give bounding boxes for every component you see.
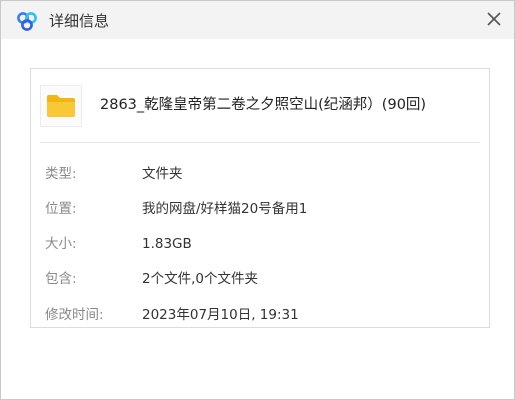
size-label: 大小: (45, 236, 77, 252)
divider (40, 142, 480, 143)
contains-label: 包含: (45, 271, 77, 287)
baidu-netdisk-logo-icon (15, 11, 39, 31)
title-bar[interactable]: 详细信息 (1, 1, 514, 39)
details-dialog: 详细信息 2863_乾隆皇帝第二卷之夕照空山(纪涵邦）(90回) 类型: 文件夹… (0, 0, 515, 400)
detail-row-modified: 修改时间: 2023年07月10日, 19:31 (31, 304, 489, 326)
size-value: 1.83GB (142, 236, 192, 252)
contains-value: 2个文件,0个文件夹 (142, 271, 258, 287)
detail-row-type: 类型: 文件夹 (31, 163, 489, 185)
modified-value: 2023年07月10日, 19:31 (142, 307, 299, 323)
detail-row-size: 大小: 1.83GB (31, 233, 489, 255)
location-value: 我的网盘/好样猫20号备用1 (142, 201, 308, 217)
type-label: 类型: (45, 166, 77, 182)
close-button[interactable] (479, 4, 509, 34)
modified-label: 修改时间: (45, 307, 104, 323)
folder-icon (46, 94, 76, 122)
details-card: 2863_乾隆皇帝第二卷之夕照空山(纪涵邦）(90回) 类型: 文件夹 位置: … (30, 68, 490, 328)
detail-row-location: 位置: 我的网盘/好样猫20号备用1 (31, 198, 489, 220)
location-label: 位置: (45, 201, 77, 217)
file-name: 2863_乾隆皇帝第二卷之夕照空山(纪涵邦）(90回) (100, 97, 427, 113)
close-icon (487, 12, 501, 26)
type-value: 文件夹 (142, 166, 183, 182)
file-header: 2863_乾隆皇帝第二卷之夕照空山(纪涵邦）(90回) (31, 69, 489, 143)
detail-row-contains: 包含: 2个文件,0个文件夹 (31, 268, 489, 290)
dialog-title: 详细信息 (49, 12, 110, 30)
folder-thumbnail (40, 85, 82, 127)
